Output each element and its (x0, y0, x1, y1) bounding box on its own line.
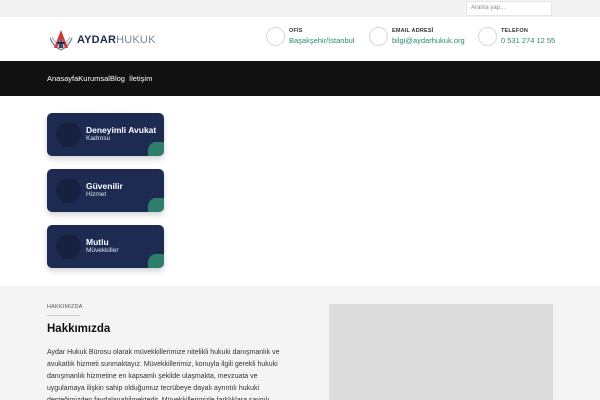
feature-card-subtitle: Müvekkiller (86, 247, 119, 254)
card-corner-accent (148, 254, 164, 268)
search-box[interactable] (466, 1, 552, 16)
phone-label: TELEFON (501, 28, 529, 34)
logo[interactable]: AYDARHUKUK (48, 27, 156, 53)
nav-item-anasayfa[interactable]: Anasayfa (47, 74, 78, 83)
section-title: Hakkımızda (47, 323, 111, 335)
logo-emblem-icon (49, 30, 73, 51)
feature-card-subtitle: Hizmet (86, 191, 107, 198)
header: AYDARHUKUK OFİS Başakşehir/İstanbul EMAI… (0, 17, 600, 61)
office-value[interactable]: Başakşehir/İstanbul (289, 36, 354, 45)
feature-card[interactable]: Güvenilir Hizmet (47, 169, 164, 212)
lawyer-icon (56, 122, 81, 147)
trust-icon (56, 178, 81, 203)
nav-item-kurumsal[interactable]: Kurumsal (78, 74, 110, 83)
office-label: OFİS (289, 28, 303, 34)
main-nav: Anasayfa Kurumsal Blog İletişim (0, 61, 600, 96)
phone-value[interactable]: 0 531 274 12 55 (501, 36, 555, 45)
phone-icon (478, 27, 497, 46)
logo-text: AYDARHUKUK (77, 34, 156, 46)
email-label: EMAIL ADRESİ (392, 28, 434, 34)
about-section: HAKKIMIZDA Hakkımızda Aydar Hukuk Bürosu… (0, 286, 600, 400)
section-breadcrumb: HAKKIMIZDA (47, 304, 83, 310)
feature-card-subtitle: Kadrosu (86, 135, 111, 142)
card-corner-accent (148, 142, 164, 156)
feature-card-title: Deneyimli Avukat (86, 125, 157, 135)
feature-cards: Deneyimli Avukat Kadrosu Güvenilir Hizme… (47, 113, 164, 281)
about-image (329, 304, 553, 400)
feature-card-title: Güvenilir (86, 181, 123, 191)
email-icon (369, 27, 388, 46)
card-corner-accent (148, 198, 164, 212)
nav-item-blog[interactable]: Blog (110, 74, 125, 83)
search-input[interactable] (471, 5, 551, 11)
feature-card[interactable]: Mutlu Müvekkiller (47, 225, 164, 268)
phone-info: TELEFON 0 531 274 12 55 (478, 27, 555, 46)
breadcrumb-divider (47, 315, 80, 316)
about-text: Aydar Hukuk Bürosu olarak müvekkillerimi… (47, 349, 280, 400)
feature-card[interactable]: Deneyimli Avukat Kadrosu (47, 113, 164, 156)
location-icon (266, 27, 285, 46)
clients-icon (56, 234, 81, 259)
top-bar (0, 0, 600, 17)
feature-card-title: Mutlu (86, 237, 109, 247)
email-info: EMAIL ADRESİ bilgi@aydarhukuk.org (369, 27, 465, 46)
nav-item-iletisim[interactable]: İletişim (129, 74, 152, 83)
email-value[interactable]: bilgi@aydarhukuk.org (392, 36, 465, 45)
office-info: OFİS Başakşehir/İstanbul (266, 27, 354, 46)
